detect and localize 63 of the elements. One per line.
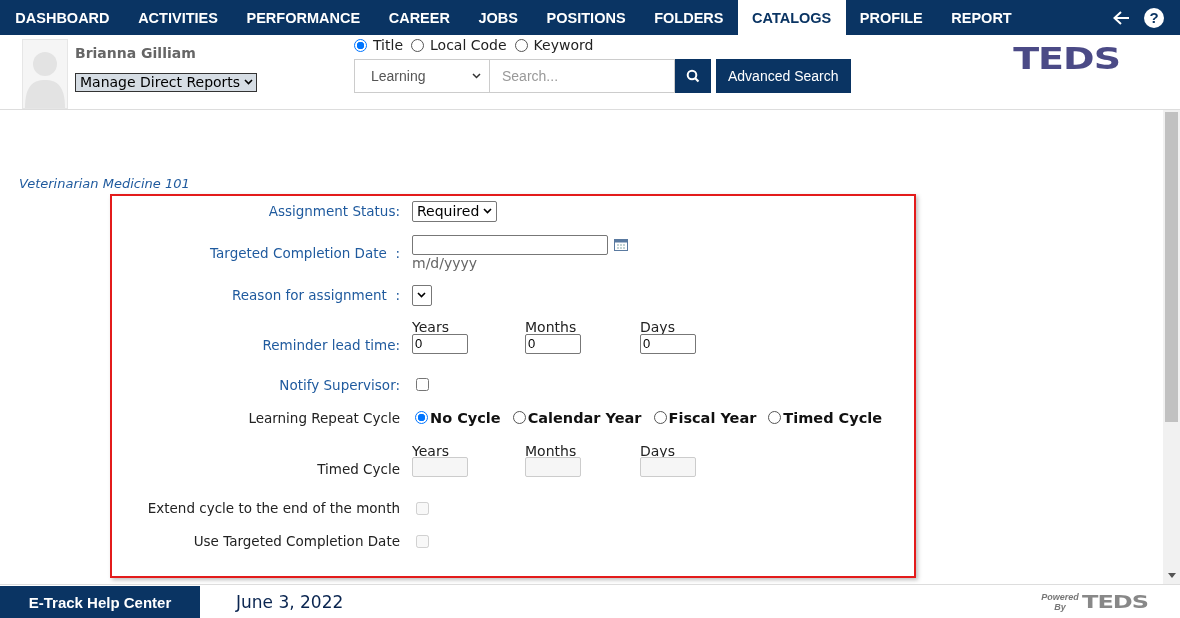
search-icon — [686, 69, 700, 83]
field-label: Years — [412, 442, 450, 459]
field-label: Use Targeted Completion Date — [192, 532, 400, 551]
field-label: Assignment Status: — [267, 202, 400, 221]
search-field[interactable]: Search... — [490, 59, 675, 93]
field-label: Days — [640, 319, 676, 335]
field-label: Timed Cycle — [316, 459, 400, 477]
help-button[interactable]: ? — [1144, 7, 1164, 28]
date-format-hint: m/d/yyyy — [412, 255, 478, 271]
dropdown-select[interactable]: Required — [412, 200, 498, 222]
manage-select[interactable]: Manage Direct Reports — [75, 73, 258, 92]
number-input-field[interactable]: 0 — [525, 333, 581, 354]
field-label: Reminder lead time: — [261, 336, 400, 354]
scrollbar[interactable] — [1163, 110, 1180, 584]
nav-tab[interactable]: FOLDERS — [639, 0, 738, 35]
field-label: Reason for assignment : — [231, 286, 400, 305]
field-label: Extend cycle to the end of the month — [146, 499, 400, 518]
scroll-down-icon[interactable] — [1167, 573, 1176, 578]
nav-tab[interactable]: CATALOGS — [737, 0, 846, 35]
course-title-link[interactable]: Veterinarian Medicine 101 — [19, 176, 190, 191]
dropdown-select[interactable] — [412, 284, 432, 306]
nav-tab[interactable]: CAREER — [374, 0, 465, 35]
nav-tab[interactable]: POSITIONS — [532, 0, 640, 35]
caret-icon — [472, 73, 481, 79]
caret-icon — [483, 208, 493, 214]
field-label: Years — [412, 319, 450, 335]
search-mode-radio[interactable]: Title — [354, 37, 403, 53]
back-arrow-icon[interactable] — [1112, 9, 1130, 26]
cycle-radio[interactable]: No Cycle — [412, 409, 501, 426]
field-label: Days — [640, 442, 676, 459]
number-input-field[interactable]: 0 — [640, 333, 696, 354]
logo: TEDS — [1013, 43, 1120, 75]
user-name: Brianna Gilliam — [75, 45, 197, 61]
powered-by-text: Powered By — [1040, 591, 1080, 612]
search-mode-radio[interactable]: Local Code — [411, 37, 507, 53]
checkbox[interactable] — [416, 378, 429, 391]
help-center-button[interactable]: E-Track Help Center — [0, 586, 200, 618]
number-input-field[interactable]: 0 — [412, 333, 468, 354]
date-text: June 3, 2022 — [236, 591, 344, 612]
cycle-radio[interactable]: Fiscal Year — [650, 409, 757, 426]
category-select[interactable]: Learning — [354, 59, 490, 93]
nav-tab[interactable]: PROFILE — [845, 0, 937, 35]
date-input-field[interactable] — [412, 235, 608, 255]
nav-tab[interactable]: PERFORMANCE — [232, 0, 375, 35]
nav-tab[interactable]: DASHBOARD — [1, 0, 124, 35]
scrollbar-thumb[interactable] — [1165, 112, 1178, 422]
calendar-icon[interactable] — [614, 239, 628, 251]
advanced-search-button[interactable]: Advanced Search — [716, 59, 851, 93]
nav-tab[interactable]: REPORT — [937, 0, 1026, 35]
field-label: Targeted Completion Date : — [209, 244, 400, 263]
field-label: Learning Repeat Cycle — [247, 408, 400, 428]
caret-icon — [244, 79, 254, 85]
field-label: Months — [525, 442, 578, 459]
search-button[interactable] — [675, 59, 711, 93]
caret-icon — [417, 292, 426, 298]
cycle-radio[interactable]: Calendar Year — [509, 409, 642, 426]
cycle-radio[interactable]: Timed Cycle — [765, 409, 883, 426]
footer-logo: TEDS — [1082, 591, 1148, 612]
field-label: Notify Supervisor: — [278, 375, 400, 395]
field-label: Months — [525, 319, 578, 335]
nav-tab[interactable]: ACTIVITIES — [123, 0, 233, 35]
nav-tab[interactable]: JOBS — [464, 0, 533, 35]
search-mode-radio[interactable]: Keyword — [514, 37, 594, 53]
